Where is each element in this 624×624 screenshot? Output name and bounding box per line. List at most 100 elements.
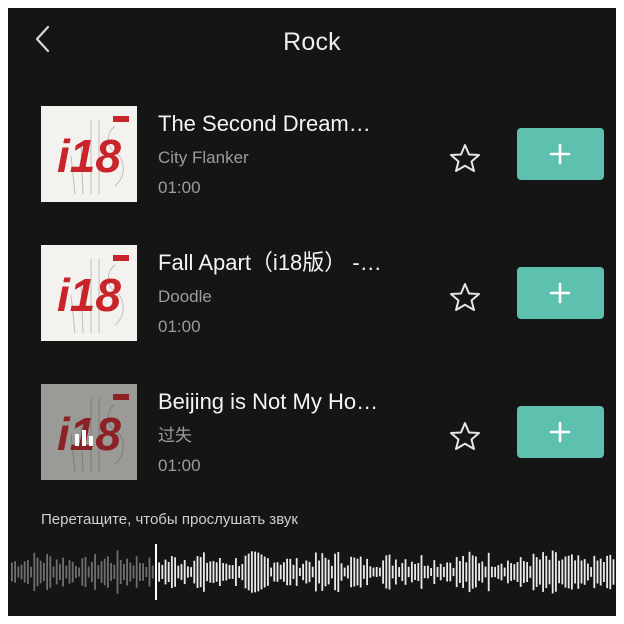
waveform-bar	[548, 559, 551, 585]
track-row[interactable]: i18 Fall Apart（i18版） -… Doodle 01:00	[8, 245, 616, 365]
waveform-bar	[11, 562, 13, 582]
page-title: Rock	[283, 28, 341, 56]
add-track-button[interactable]	[517, 267, 604, 319]
waveform-bar	[145, 567, 148, 577]
waveform-bar	[126, 558, 128, 586]
waveform-bar	[455, 557, 458, 588]
waveform-bar	[446, 562, 448, 582]
plus-icon	[549, 421, 571, 443]
waveform-bar	[247, 553, 250, 591]
waveform-bar	[596, 560, 599, 584]
waveform-bar	[228, 565, 231, 579]
album-cover[interactable]: i18	[41, 384, 137, 480]
waveform-bar	[283, 562, 285, 582]
add-track-button[interactable]	[517, 406, 604, 458]
waveform-bar	[20, 564, 23, 580]
track-title: Beijing is Not My Ho…	[158, 389, 379, 414]
waveform-bar	[270, 567, 272, 577]
waveform-bar	[225, 563, 228, 581]
waveform-bar	[110, 563, 112, 581]
album-art: i18	[57, 394, 129, 473]
waveform-bar	[366, 558, 368, 586]
waveform-bar	[308, 561, 311, 583]
waveform-bar	[103, 558, 106, 586]
waveform-bar	[257, 552, 260, 592]
preview-hint: Перетащите, чтобы прослушать звук	[41, 511, 298, 528]
waveform-bar	[142, 563, 144, 581]
waveform-bar	[590, 567, 592, 577]
waveform-bar	[177, 565, 180, 579]
waveform-bar	[299, 567, 301, 576]
waveform-bar	[356, 558, 359, 586]
waveform-bar	[238, 566, 240, 578]
waveform-bar	[193, 560, 196, 584]
waveform-bar	[487, 552, 490, 592]
favorite-star-icon[interactable]	[448, 420, 482, 452]
waveform-bar	[359, 556, 362, 588]
waveform-bar	[129, 562, 132, 582]
waveform-bar	[260, 554, 263, 590]
waveform-bar	[510, 563, 512, 581]
track-title: The Second Dream…	[158, 111, 371, 136]
waveform-bar	[612, 559, 615, 585]
playhead[interactable]	[155, 544, 157, 600]
waveform-bar	[603, 562, 605, 582]
waveform-bar	[251, 551, 253, 593]
waveform-bar	[305, 560, 308, 584]
waveform-bar	[507, 560, 509, 584]
waveform-bar	[17, 566, 20, 578]
waveform-bar	[391, 565, 394, 579]
waveform-bar	[609, 554, 612, 590]
waveform-bar	[459, 561, 461, 583]
track-row[interactable]: i18 Beijing is Not My Ho… 过失 01:00	[8, 384, 616, 504]
waveform-bar	[519, 557, 522, 587]
waveform-bar	[523, 561, 525, 583]
waveform-bar	[321, 553, 324, 591]
track-row[interactable]: i18 The Second Dream… City Flanker 01:00	[8, 106, 616, 226]
waveform-bar	[468, 551, 471, 593]
waveform-bar	[372, 567, 375, 577]
waveform-bar	[411, 561, 413, 583]
audio-waveform-scrubber[interactable]	[8, 542, 616, 602]
favorite-star-icon[interactable]	[448, 281, 482, 313]
waveform-bar	[113, 564, 116, 579]
waveform-bar	[292, 564, 295, 579]
waveform-bar	[135, 556, 138, 588]
album-cover[interactable]: i18	[41, 106, 137, 202]
waveform-bar	[263, 556, 266, 588]
waveform-bar	[497, 565, 500, 579]
waveform-bar	[187, 566, 189, 578]
waveform-bar	[436, 567, 439, 577]
waveform-bar	[139, 562, 141, 581]
waveform-bar	[174, 557, 176, 587]
waveform-bar	[180, 564, 183, 580]
waveform-bar	[369, 566, 372, 578]
waveform-bar	[532, 553, 535, 591]
waveform-bar	[215, 562, 218, 582]
add-track-button[interactable]	[517, 128, 604, 180]
waveform-bar	[254, 551, 256, 593]
waveform-bar	[427, 565, 429, 579]
album-cover[interactable]: i18	[41, 245, 137, 341]
waveform-bar	[206, 562, 208, 582]
waveform-bar	[327, 559, 330, 585]
waveform-bar	[539, 559, 541, 585]
waveform-bar	[241, 563, 244, 581]
track-duration: 01:00	[158, 178, 201, 197]
waveform-bar	[71, 561, 74, 583]
waveform-bar	[423, 565, 426, 579]
waveform-bar	[513, 564, 516, 580]
waveform-bar	[337, 552, 340, 592]
track-artist: 过失	[158, 426, 192, 445]
waveform-bar	[219, 558, 221, 586]
waveform-bar	[545, 555, 548, 589]
cover-logo-i: i18	[57, 269, 121, 321]
waveform-bar	[196, 556, 199, 588]
header: Rock	[8, 8, 616, 76]
waveform-bar	[542, 552, 544, 592]
waveform-bar	[353, 557, 356, 587]
waveform-bar	[81, 558, 84, 586]
waveform-bar	[417, 563, 420, 581]
waveform-bar	[388, 554, 391, 590]
favorite-star-icon[interactable]	[448, 142, 482, 174]
